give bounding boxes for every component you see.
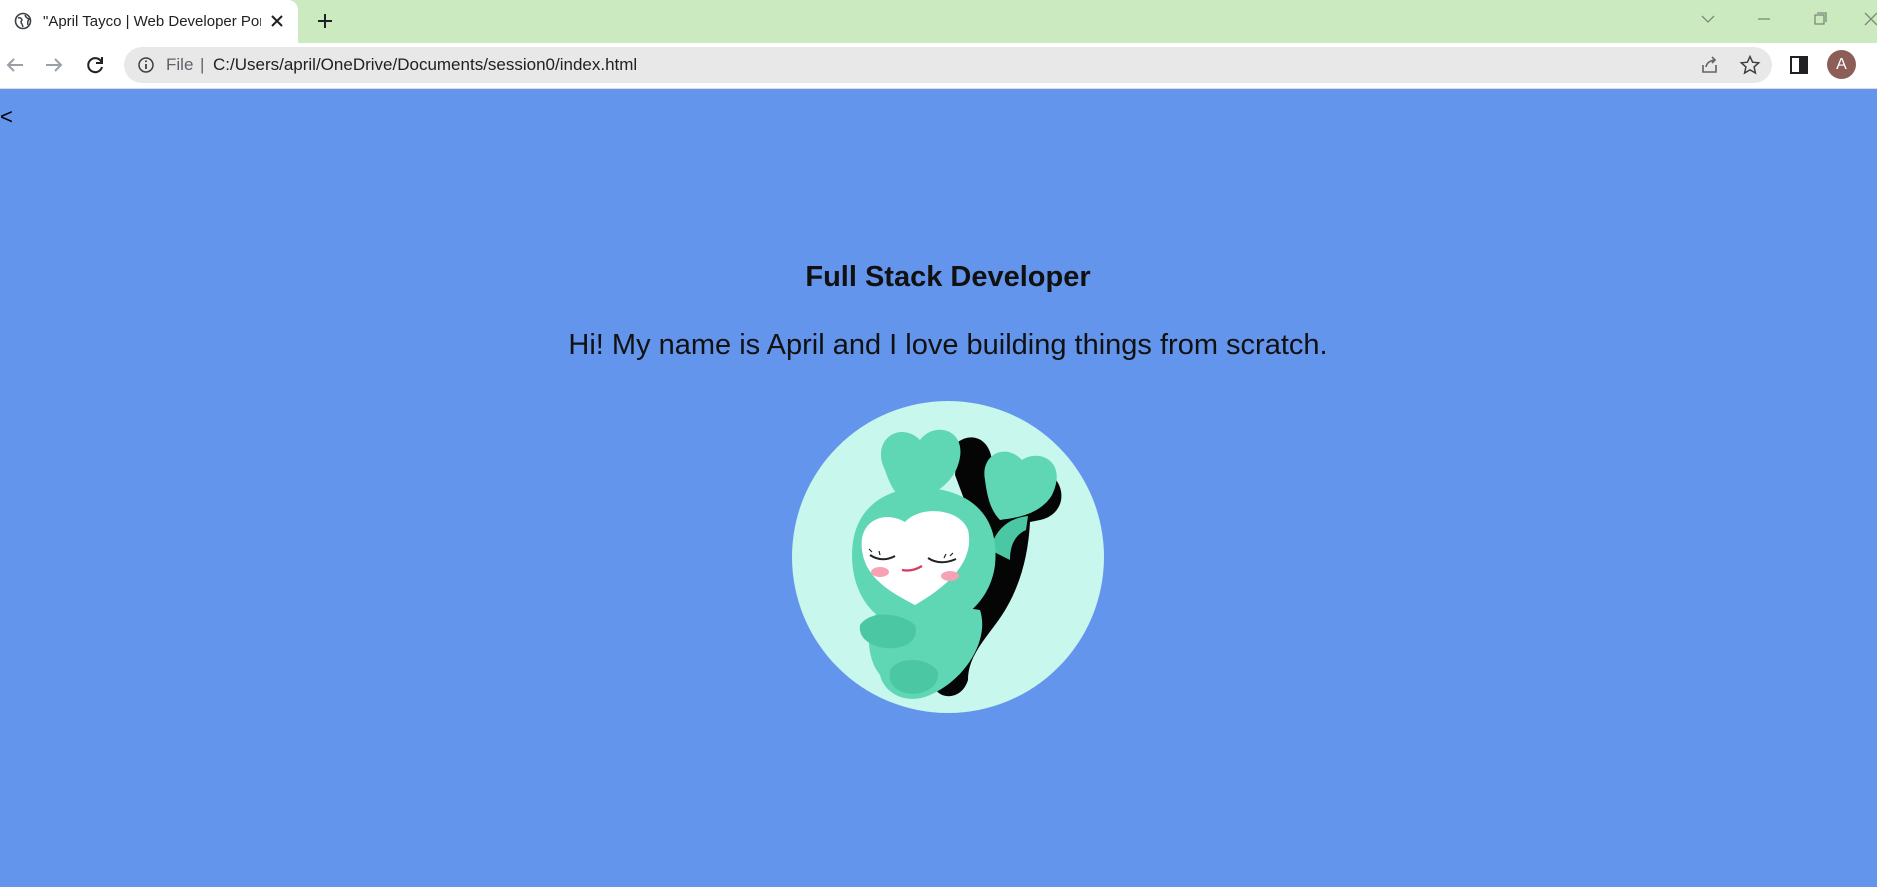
intro-text: Hi! My name is April and I love building…: [568, 329, 1328, 361]
arrow-left-icon[interactable]: [3, 53, 27, 77]
address-bar[interactable]: File | C:/Users/april/OneDrive/Documents…: [124, 47, 1772, 83]
stray-text: <: [0, 104, 13, 129]
tab-title: "April Tayco | Web Developer Portfolio": [43, 13, 261, 30]
heart-character-illustration: [792, 401, 1104, 713]
restore-icon[interactable]: [1809, 8, 1831, 30]
info-icon[interactable]: [137, 56, 155, 74]
close-icon[interactable]: [268, 12, 286, 30]
browser-toolbar: File | C:/Users/april/OneDrive/Documents…: [0, 43, 1877, 89]
plus-icon[interactable]: [314, 10, 336, 32]
reload-icon[interactable]: [83, 53, 107, 77]
minimize-icon[interactable]: [1753, 8, 1775, 30]
browser-tab[interactable]: "April Tayco | Web Developer Portfolio": [0, 0, 298, 43]
scheme-chip: File: [166, 55, 194, 74]
star-icon[interactable]: [1739, 54, 1761, 76]
page-title: Full Stack Developer: [805, 261, 1091, 293]
address-separator: |: [200, 55, 205, 74]
arrow-right-icon[interactable]: [42, 53, 66, 77]
chevron-down-icon[interactable]: [1697, 8, 1719, 30]
page-content: < Full Stack Developer Hi! My name is Ap…: [0, 89, 1877, 887]
tab-strip: "April Tayco | Web Developer Portfolio": [0, 0, 1877, 43]
browser-window: "April Tayco | Web Developer Portfolio": [0, 0, 1877, 887]
side-panel-icon[interactable]: [1787, 53, 1811, 77]
address-url[interactable]: C:/Users/april/OneDrive/Documents/sessio…: [213, 55, 637, 75]
share-icon[interactable]: [1699, 54, 1721, 76]
profile-avatar[interactable]: A: [1827, 50, 1856, 79]
globe-icon: [14, 12, 32, 30]
close-icon[interactable]: [1860, 8, 1877, 30]
